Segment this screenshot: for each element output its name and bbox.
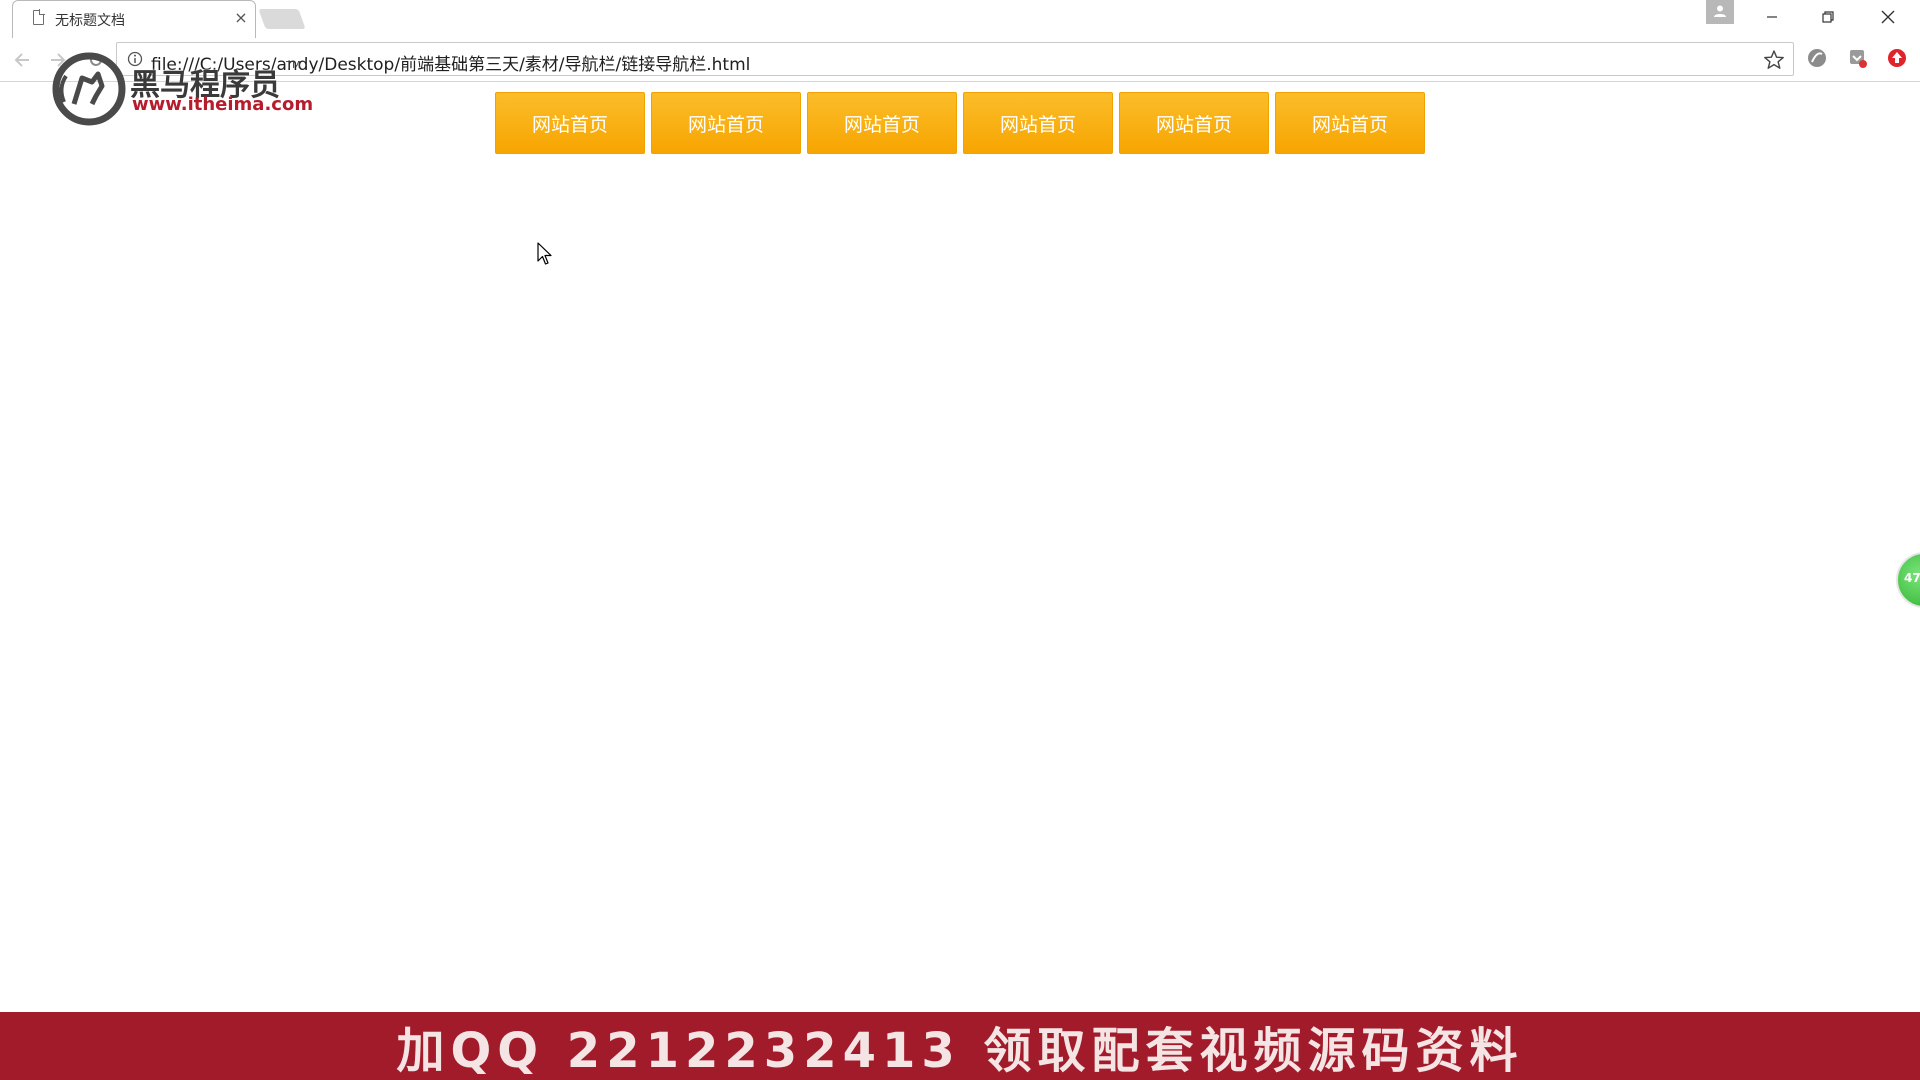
close-icon (1881, 10, 1895, 24)
trademark-mark: TM (286, 60, 301, 71)
nav-link-3[interactable]: 网站首页 (807, 92, 957, 154)
close-window-button[interactable] (1860, 0, 1916, 34)
nav-link-2[interactable]: 网站首页 (651, 92, 801, 154)
arrow-left-icon (14, 53, 29, 67)
nav-link-6[interactable]: 网站首页 (1275, 92, 1425, 154)
browser-window: 无标题文档 × file:///C:/Users/andy/Desktop/前端… (0, 0, 1920, 1080)
profile-button[interactable] (1706, 0, 1734, 24)
restore-icon (1822, 11, 1834, 23)
person-icon (1714, 5, 1726, 17)
back-button[interactable] (8, 46, 36, 74)
extension-globe-icon[interactable] (1806, 47, 1828, 69)
floating-speed-widget[interactable]: 47 (1896, 552, 1920, 608)
browser-tab[interactable]: 无标题文档 × (12, 0, 256, 38)
minimize-icon (1767, 16, 1777, 18)
tab-strip: 无标题文档 × (0, 0, 1920, 38)
minimize-button[interactable] (1744, 0, 1800, 34)
new-tab-button[interactable] (258, 9, 306, 29)
brand-watermark: 黑马程序员 TM www.itheima.com (52, 48, 314, 126)
brand-url: www.itheima.com (132, 94, 314, 115)
extension-download-icon[interactable] (1846, 47, 1868, 69)
mouse-cursor-icon (537, 242, 552, 265)
horse-logo-icon (52, 52, 126, 126)
nav-link-1[interactable]: 网站首页 (495, 92, 645, 154)
address-bar[interactable]: file:///C:/Users/andy/Desktop/前端基础第三天/素材… (116, 42, 1794, 76)
nav-link-4[interactable]: 网站首页 (963, 92, 1113, 154)
promo-banner-text: 加QQ 2212232413 领取配套视频源码资料 (396, 1023, 1524, 1079)
tab-close-button[interactable]: × (231, 8, 251, 28)
document-icon (33, 9, 45, 25)
nav-link-5[interactable]: 网站首页 (1119, 92, 1269, 154)
restore-button[interactable] (1800, 0, 1856, 34)
nav-bar: 网站首页 网站首页 网站首页 网站首页 网站首页 网站首页 (495, 92, 1425, 154)
bookmark-star-icon[interactable] (1763, 49, 1785, 71)
promo-banner: 加QQ 2212232413 领取配套视频源码资料 (0, 1012, 1920, 1080)
widget-value: 47 (1904, 571, 1920, 585)
extension-adblock-icon[interactable] (1886, 47, 1908, 69)
tab-title: 无标题文档 (55, 13, 125, 29)
